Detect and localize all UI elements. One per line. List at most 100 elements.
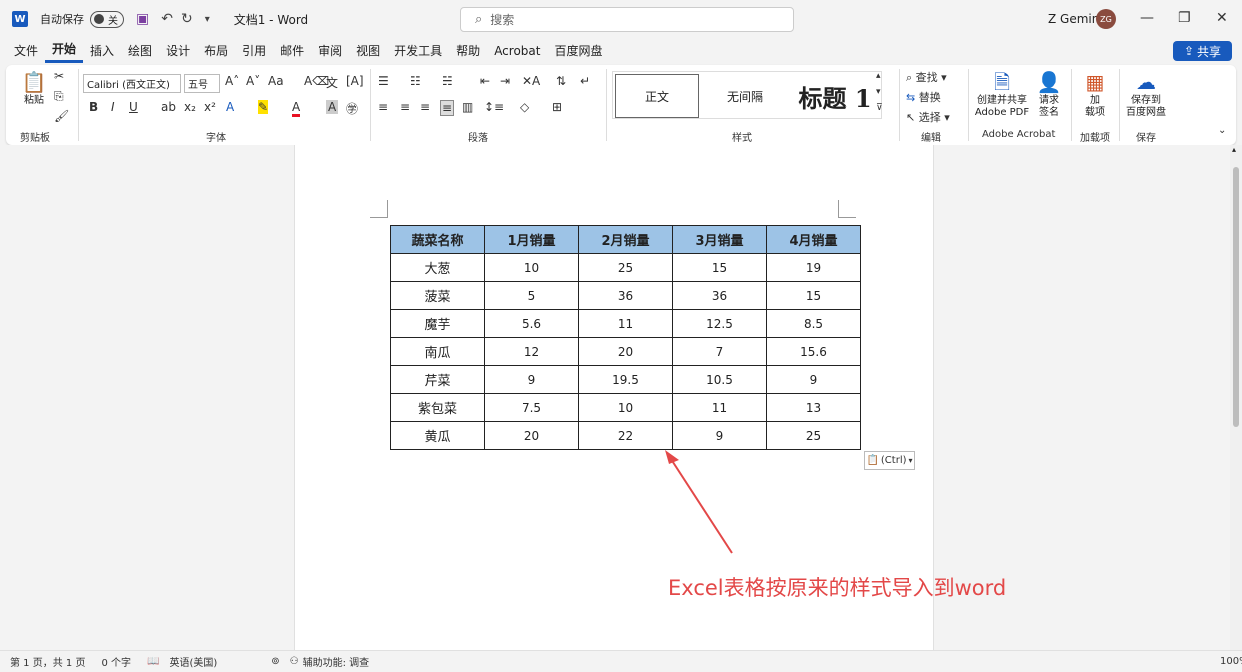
table-cell[interactable]: 8.5 <box>766 309 861 338</box>
tab-design[interactable]: 设计 <box>159 39 197 63</box>
table-cell[interactable]: 10 <box>484 253 579 282</box>
table-cell[interactable]: 10.5 <box>672 365 767 394</box>
tab-acrobat[interactable]: Acrobat <box>487 39 547 63</box>
style-no-spacing[interactable]: 无间隔 <box>703 74 787 118</box>
table-cell[interactable]: 菠菜 <box>390 281 485 310</box>
numbering-icon[interactable]: ☷ <box>410 74 421 88</box>
replace-button[interactable]: ⇆ 替换 <box>906 89 941 105</box>
save-to-netdisk-button[interactable]: ☁ 保存到 百度网盘 <box>1122 69 1170 119</box>
styles-scroll-up-icon[interactable]: ▴ <box>876 71 881 81</box>
language-indicator[interactable]: 英语(美国) <box>169 654 217 669</box>
character-border-icon[interactable]: [A] <box>346 74 364 88</box>
restore-icon[interactable]: ❐ <box>1178 10 1191 26</box>
format-painter-icon[interactable]: 🖌 <box>54 109 69 123</box>
autosave-toggle[interactable]: 关 <box>90 10 124 28</box>
share-button[interactable]: ⇪ 共享 <box>1173 41 1232 61</box>
tab-mailings[interactable]: 邮件 <box>273 39 311 63</box>
highlight-icon[interactable]: ✎ <box>258 100 269 114</box>
table-cell[interactable]: 19.5 <box>578 365 673 394</box>
font-name-select[interactable]: Calibri (西文正文) <box>83 74 181 93</box>
table-cell[interactable]: 南瓜 <box>390 337 485 366</box>
tab-baidu-netdisk[interactable]: 百度网盘 <box>547 39 609 63</box>
close-icon[interactable]: ✕ <box>1216 10 1228 26</box>
proofing-icon[interactable]: 📖 <box>147 656 159 667</box>
tab-draw[interactable]: 绘图 <box>121 39 159 63</box>
table-cell[interactable]: 15.6 <box>766 337 861 366</box>
table-cell[interactable]: 7 <box>672 337 767 366</box>
sort-icon[interactable]: ⇅ <box>556 74 566 88</box>
justify-icon[interactable]: ≡ <box>440 100 455 116</box>
table-cell[interactable]: 20 <box>578 337 673 366</box>
multilevel-list-icon[interactable]: ☵ <box>442 74 453 88</box>
align-left-icon[interactable]: ≡ <box>378 100 388 114</box>
accessibility-status[interactable]: 辅助功能: 调查 <box>303 654 370 669</box>
character-shading-icon[interactable]: A <box>326 100 339 114</box>
paste-options-button[interactable]: 📋 (Ctrl) ▾ <box>864 451 915 470</box>
tab-help[interactable]: 帮助 <box>449 39 487 63</box>
tab-home[interactable]: 开始 <box>45 39 84 63</box>
tab-insert[interactable]: 插入 <box>83 39 121 63</box>
table-header-cell[interactable]: 1月销量 <box>484 225 579 254</box>
styles-scroll-down-icon[interactable]: ▾ <box>876 87 881 97</box>
italic-button[interactable]: I <box>111 100 115 114</box>
select-button[interactable]: ↖ 选择 ▾ <box>906 109 950 125</box>
table-header-cell[interactable]: 2月销量 <box>578 225 673 254</box>
table-cell[interactable]: 12.5 <box>672 309 767 338</box>
chinese-layout-icon[interactable]: ✕A <box>522 74 540 88</box>
avatar[interactable]: ZG <box>1096 9 1116 29</box>
request-signature-button[interactable]: 👤 请求 签名 <box>1034 69 1064 119</box>
table-cell[interactable]: 11 <box>672 393 767 422</box>
style-heading1[interactable]: 标题 1 <box>791 74 879 118</box>
superscript-icon[interactable]: x² <box>204 100 216 114</box>
cut-icon[interactable]: ✂ <box>54 69 64 83</box>
align-center-icon[interactable]: ≡ <box>400 100 410 114</box>
tab-file[interactable]: 文件 <box>7 39 45 63</box>
shading-icon[interactable]: ◇ <box>520 100 529 114</box>
grow-font-icon[interactable]: A˄ <box>225 74 239 88</box>
strikethrough-icon[interactable]: ab <box>161 100 176 114</box>
font-color-icon[interactable]: A <box>292 100 301 117</box>
text-effects-icon[interactable]: A <box>226 100 234 114</box>
table-cell[interactable]: 25 <box>766 421 861 450</box>
table-cell[interactable]: 大葱 <box>390 253 485 282</box>
table-cell[interactable]: 19 <box>766 253 861 282</box>
table-cell[interactable]: 9 <box>484 365 579 394</box>
redo-icon[interactable]: ↻ <box>181 11 193 27</box>
table-cell[interactable]: 11 <box>578 309 673 338</box>
copy-icon[interactable]: ⎘ <box>54 89 64 104</box>
table-cell[interactable]: 15 <box>672 253 767 282</box>
word-count[interactable]: 0 个字 <box>101 654 131 669</box>
paste-button[interactable]: 📋 粘贴 <box>18 69 50 107</box>
table-cell[interactable]: 紫包菜 <box>390 393 485 422</box>
show-marks-icon[interactable]: ↵ <box>580 74 590 88</box>
underline-button[interactable]: U <box>129 100 138 114</box>
tab-developer[interactable]: 开发工具 <box>387 39 449 63</box>
styles-more-icon[interactable]: ⊽ <box>876 103 883 113</box>
customize-quick-access-icon[interactable]: ▾ <box>205 14 210 25</box>
change-case-icon[interactable]: Aa <box>268 74 284 88</box>
collapse-ribbon-icon[interactable]: ⌄ <box>1218 125 1226 136</box>
user-name[interactable]: Z Gemini <box>1048 12 1103 26</box>
page-count[interactable]: 第 1 页，共 1 页 <box>10 654 85 669</box>
enclose-character-icon[interactable]: ㊫ <box>346 100 358 117</box>
accessibility-icon[interactable]: ⚇ <box>290 656 299 667</box>
scroll-up-icon[interactable]: ▴ <box>1232 145 1236 154</box>
table-cell[interactable]: 12 <box>484 337 579 366</box>
increase-indent-icon[interactable]: ⇥ <box>500 74 510 88</box>
table-header-cell[interactable]: 蔬菜名称 <box>390 225 485 254</box>
tab-review[interactable]: 审阅 <box>311 39 349 63</box>
table-cell[interactable]: 5.6 <box>484 309 579 338</box>
table-cell[interactable]: 5 <box>484 281 579 310</box>
table-header-cell[interactable]: 3月销量 <box>672 225 767 254</box>
add-ins-button[interactable]: ▦ 加 载项 <box>1078 69 1112 119</box>
scroll-thumb[interactable] <box>1233 167 1239 427</box>
table-cell[interactable]: 7.5 <box>484 393 579 422</box>
shrink-font-icon[interactable]: A˅ <box>246 74 260 88</box>
distributed-icon[interactable]: ▥ <box>462 100 473 114</box>
save-icon[interactable]: ▣ <box>136 11 149 27</box>
minimize-icon[interactable]: — <box>1140 10 1154 26</box>
bold-button[interactable]: B <box>89 100 98 114</box>
table-cell[interactable]: 魔芋 <box>390 309 485 338</box>
table-cell[interactable]: 13 <box>766 393 861 422</box>
search-input[interactable]: ⌕ 搜索 <box>460 7 794 32</box>
